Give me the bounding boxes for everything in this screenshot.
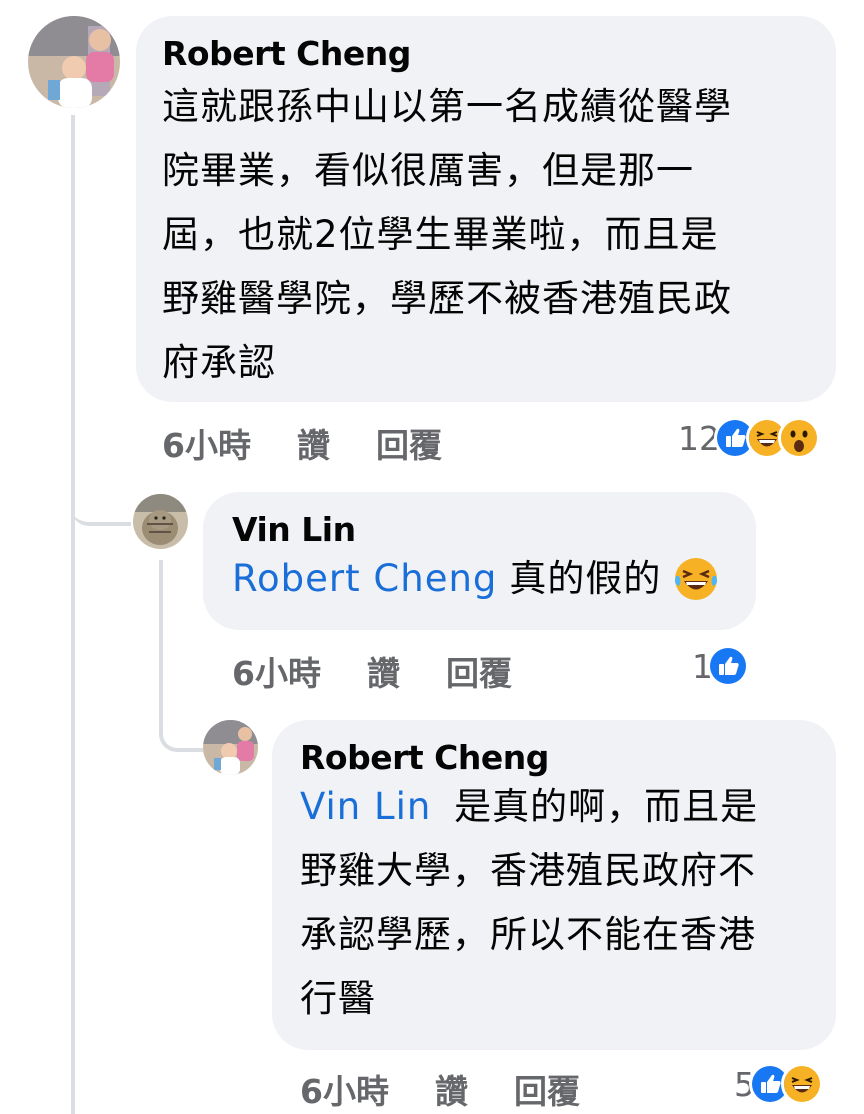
comment-text-line: 行醫 [300, 977, 376, 1020]
comment-text: 這就跟孫中山以第一名成績從醫學 院畢業，看似很厲害，但是那一 屆，也就2位學生畢… [162, 75, 836, 395]
comment-bubble: Robert Cheng 這就跟孫中山以第一名成績從醫學 院畢業，看似很厲害，但… [136, 16, 836, 402]
comment-meta: 6小時 讚 回覆 [300, 1064, 580, 1114]
mention-link[interactable]: Vin Lin [300, 785, 431, 828]
comment-bubble: Vin Lin Robert Cheng 真的假的 [203, 492, 756, 630]
comment-meta: 6小時 讚 回覆 [232, 646, 512, 696]
like-button[interactable]: 讚 [367, 647, 400, 695]
comment-author[interactable]: Robert Cheng [162, 34, 836, 73]
comment-text-line: 承認學歷，所以不能在香港 [300, 913, 756, 956]
reply-button[interactable]: 回覆 [376, 419, 442, 467]
comment-text-line: 屆，也就2位學生畢業啦，而且是 [162, 213, 719, 256]
thread-connector-reply-2 [159, 700, 203, 752]
comment-text-body: 是真的啊，而且是 [454, 785, 759, 828]
avatar[interactable] [203, 720, 258, 775]
comment-bubble: Robert Cheng Vin Lin 是真的啊，而且是 野雞大學，香港殖民政… [272, 720, 836, 1050]
comment-time[interactable]: 6小時 [232, 647, 321, 695]
thread-line-main [71, 115, 75, 1114]
mention-link[interactable]: Robert Cheng [232, 547, 497, 611]
comment-time[interactable]: 6小時 [300, 1065, 389, 1113]
comment-text-line: 府承認 [162, 341, 276, 384]
comment-text-line: Vin Lin 是真的啊，而且是 [300, 775, 836, 839]
reply-button[interactable]: 回覆 [446, 647, 512, 695]
like-button[interactable]: 讚 [297, 419, 330, 467]
reaction-summary[interactable]: 5 [734, 1062, 823, 1106]
comment-text: Robert Cheng 真的假的 [232, 547, 756, 611]
comment-author[interactable]: Vin Lin [232, 510, 756, 549]
comment-text-line: 野雞大學，香港殖民政府不 [300, 849, 756, 892]
comment-author[interactable]: Robert Cheng [300, 738, 836, 777]
haha-icon [781, 1063, 823, 1105]
wow-icon [778, 417, 820, 459]
comment-text-line: 野雞醫學院，學歷不被香港殖民政 [162, 277, 732, 320]
avatar[interactable] [28, 16, 120, 108]
face-with-tears-of-joy-icon [673, 556, 719, 602]
reaction-summary[interactable]: 12 [678, 416, 820, 460]
comment-meta: 6小時 讚 回覆 [162, 418, 442, 468]
comment-text: Vin Lin 是真的啊，而且是 野雞大學，香港殖民政府不 承認學歷，所以不能在… [300, 775, 836, 1031]
reply-button[interactable]: 回覆 [514, 1065, 580, 1113]
like-button[interactable]: 讚 [435, 1065, 468, 1113]
comment-text-line: 院畢業，看似很厲害，但是那一 [162, 149, 694, 192]
thread-connector-reply-1 [71, 480, 131, 526]
comment-text-line: 這就跟孫中山以第一名成績從醫學 [162, 85, 732, 128]
comment-time[interactable]: 6小時 [162, 419, 251, 467]
comment-text-body: 真的假的 [509, 557, 662, 600]
reaction-summary[interactable]: 1 [692, 644, 749, 688]
avatar[interactable] [133, 494, 188, 549]
like-icon [707, 645, 749, 687]
